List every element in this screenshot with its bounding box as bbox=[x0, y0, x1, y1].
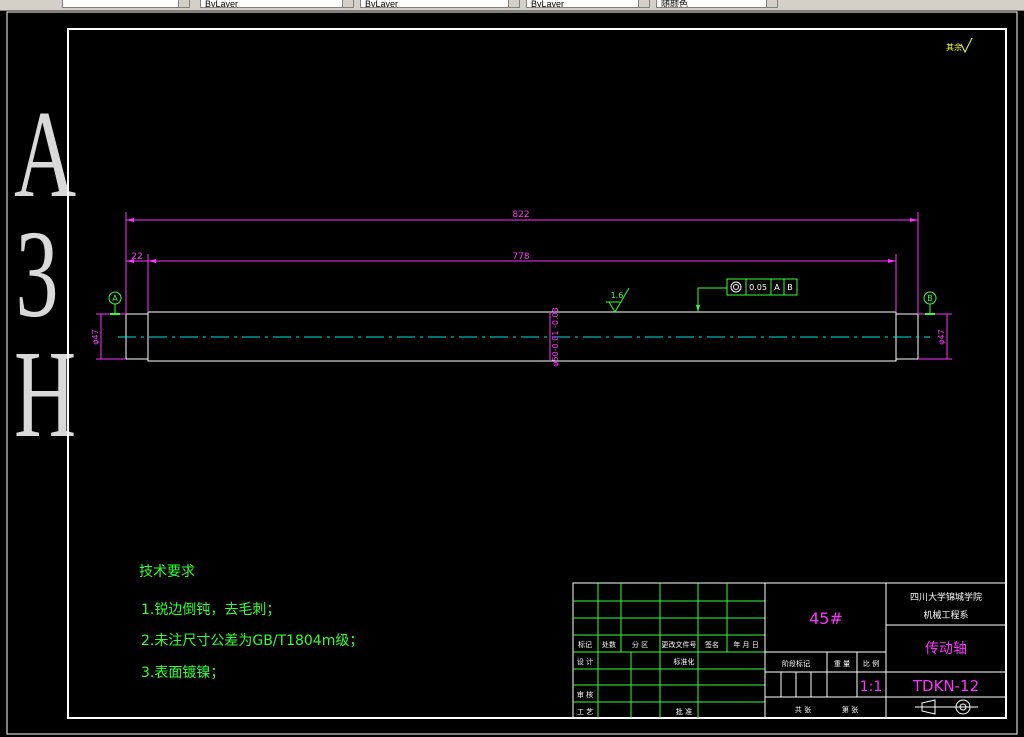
drawing-canvas[interactable]: A 3 H 其余 822 778 22 φ47 φ47 φ50-0.01 -0.… bbox=[0, 11, 1024, 737]
school-name: 四川大学锦城学院 bbox=[910, 591, 982, 603]
projection-symbol-icon bbox=[915, 699, 978, 715]
label-zone: 分 区 bbox=[632, 640, 648, 649]
properties-toolbar: ByLayer ByLayer ByLayer 随颜色 bbox=[0, 0, 1024, 11]
label-stage-mark: 阶段标记 bbox=[782, 659, 810, 668]
label-sign: 签名 bbox=[705, 640, 719, 649]
drawing-number: TDKN-12 bbox=[912, 677, 979, 695]
label-standardize: 标准化 bbox=[674, 657, 695, 666]
tech-requirements[interactable]: 技术要求 1.锐边倒钝，去毛刺； 2.未注尺寸公差为GB/T1804m级； 3.… bbox=[139, 564, 363, 681]
chevron-down-icon[interactable] bbox=[766, 0, 777, 7]
label-weight: 重 量 bbox=[834, 660, 850, 668]
tech-requirement-1: 1.锐边倒钝，去毛刺； bbox=[141, 602, 280, 618]
tech-requirement-2: 2.未注尺寸公差为GB/T1804m级； bbox=[141, 633, 363, 649]
scale-value: 1:1 bbox=[860, 679, 883, 695]
dim-diameter-center[interactable]: φ50-0.01 -0.03 bbox=[549, 307, 560, 367]
part-name: 传动轴 bbox=[925, 641, 967, 657]
chevron-down-icon[interactable] bbox=[178, 0, 189, 7]
drawing-svg: 其余 822 778 22 φ47 φ47 φ50-0.01 -0.03 A B… bbox=[6, 11, 1018, 735]
dim-inner[interactable]: 778 22 bbox=[126, 252, 897, 312]
label-count: 处数 bbox=[602, 640, 616, 649]
label-ratio: 比 例 bbox=[863, 659, 879, 668]
layer-dropdown[interactable] bbox=[62, 0, 190, 8]
dim-diameter-right-text: φ47 bbox=[937, 329, 946, 344]
plotstyle-value: 随颜色 bbox=[661, 0, 689, 8]
chevron-down-icon[interactable] bbox=[508, 0, 519, 7]
tolerance-datum-a: A bbox=[774, 283, 780, 292]
label-change-doc: 更改文件号 bbox=[662, 640, 697, 649]
dim-diameter-center-text: φ50-0.01 -0.03 bbox=[551, 307, 560, 366]
material-value: 45# bbox=[809, 609, 843, 628]
concentricity-icon bbox=[730, 281, 742, 293]
datum-b-label: B bbox=[927, 294, 933, 303]
tech-requirement-3: 3.表面镀镍； bbox=[141, 664, 224, 681]
label-process: 工 艺 bbox=[577, 708, 593, 716]
corner-roughness-note: 其余 bbox=[946, 42, 962, 52]
roughness-value: 1.6 bbox=[611, 291, 624, 300]
chevron-down-icon[interactable] bbox=[638, 0, 649, 7]
color-value: ByLayer bbox=[205, 0, 239, 8]
dim-diameter-left-text: φ47 bbox=[91, 329, 100, 344]
label-design: 设 计 bbox=[577, 657, 593, 666]
datum-a[interactable]: A bbox=[108, 291, 122, 315]
label-sheet: 第 张 bbox=[842, 705, 858, 714]
label-date: 年 月 日 bbox=[733, 640, 758, 649]
dim-overall-text: 822 bbox=[512, 210, 529, 220]
dim-inner-text: 778 bbox=[512, 252, 529, 262]
tolerance-frame[interactable]: 0.05 A B bbox=[696, 278, 798, 312]
dim-overall[interactable]: 822 bbox=[125, 210, 919, 314]
datum-a-label: A bbox=[112, 294, 118, 303]
linetype-dropdown[interactable]: ByLayer bbox=[360, 0, 520, 8]
department-name: 机械工程系 bbox=[923, 609, 968, 621]
label-approve: 批 准 bbox=[676, 707, 692, 716]
surface-roughness[interactable]: 1.6 bbox=[606, 287, 630, 313]
roughness-symbol-icon bbox=[960, 37, 973, 54]
datum-b[interactable]: B bbox=[923, 291, 937, 315]
plotstyle-dropdown[interactable]: 随颜色 bbox=[656, 0, 778, 8]
lineweight-dropdown[interactable]: ByLayer bbox=[526, 0, 650, 8]
dim-diameter-right[interactable]: φ47 bbox=[918, 313, 952, 360]
dim-left-offset-text: 22 bbox=[131, 252, 142, 262]
label-mark: 标记 bbox=[578, 640, 592, 649]
tolerance-datum-b: B bbox=[787, 283, 793, 292]
outer-border bbox=[6, 11, 1018, 735]
linetype-value: ByLayer bbox=[365, 0, 399, 8]
label-total: 共 张 bbox=[795, 705, 811, 714]
lineweight-value: ByLayer bbox=[531, 0, 565, 8]
tech-requirements-title: 技术要求 bbox=[139, 564, 195, 580]
color-dropdown[interactable]: ByLayer bbox=[200, 0, 354, 8]
chevron-down-icon[interactable] bbox=[342, 0, 353, 7]
label-review: 审 核 bbox=[577, 690, 593, 699]
tolerance-value: 0.05 bbox=[749, 283, 767, 292]
